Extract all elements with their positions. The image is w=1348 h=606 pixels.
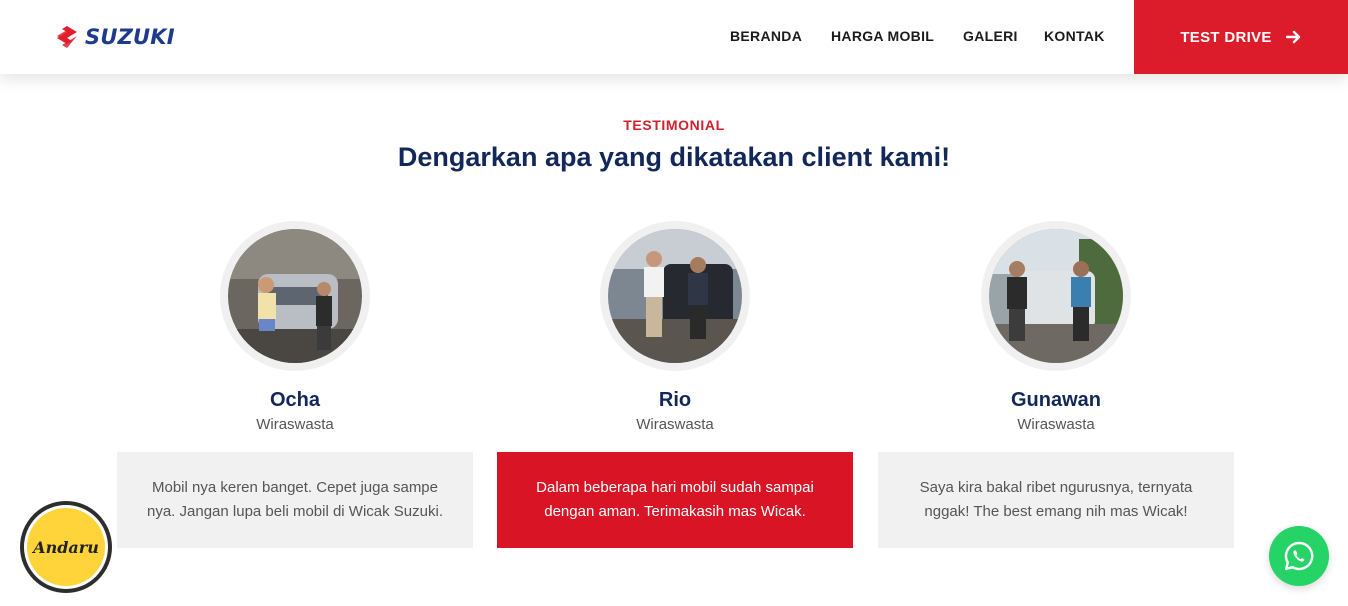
test-drive-label: TEST DRIVE	[1180, 28, 1272, 46]
arrow-right-icon	[1285, 30, 1300, 44]
badge-text: Andaru	[33, 537, 99, 557]
suzuki-logo[interactable]: SUZUKI	[55, 24, 175, 50]
test-drive-button[interactable]: TEST DRIVE	[1134, 0, 1348, 74]
avatar	[981, 221, 1131, 371]
avatar-photo	[228, 229, 362, 363]
testimonial-name: Gunawan	[1010, 389, 1101, 411]
testimonial-quote: Saya kira bakal ribet ngurusnya, ternyat…	[878, 452, 1234, 548]
suzuki-s-icon	[57, 26, 77, 48]
testimonial-role: Wiraswasta	[256, 416, 334, 433]
nav-galeri[interactable]: GALERI	[963, 28, 1018, 44]
site-header: SUZUKI BERANDA HARGA MOBIL GALERI KONTAK…	[0, 0, 1348, 74]
section-heading: Dengarkan apa yang dikatakan client kami…	[397, 142, 951, 172]
andaru-badge[interactable]: Andaru	[20, 501, 112, 593]
avatar	[600, 221, 750, 371]
whatsapp-button[interactable]	[1269, 526, 1329, 586]
whatsapp-icon	[1284, 541, 1314, 571]
testimonial-name: Ocha	[269, 389, 321, 411]
logo-text: SUZUKI	[85, 25, 175, 49]
testimonial-role: Wiraswasta	[636, 416, 714, 433]
avatar-photo	[608, 229, 742, 363]
avatar	[220, 221, 370, 371]
section-eyebrow: TESTIMONIAL	[623, 117, 725, 133]
nav-beranda[interactable]: BERANDA	[730, 28, 802, 44]
testimonial-quote: Mobil nya keren banget. Cepet juga sampe…	[117, 452, 473, 548]
nav-kontak[interactable]: KONTAK	[1044, 28, 1105, 44]
testimonial-name: Rio	[658, 389, 692, 411]
nav-harga-mobil[interactable]: HARGA MOBIL	[831, 28, 934, 44]
testimonial-role: Wiraswasta	[1017, 416, 1095, 433]
avatar-photo	[989, 229, 1123, 363]
testimonial-quote: Dalam beberapa hari mobil sudah sampai d…	[497, 452, 853, 548]
